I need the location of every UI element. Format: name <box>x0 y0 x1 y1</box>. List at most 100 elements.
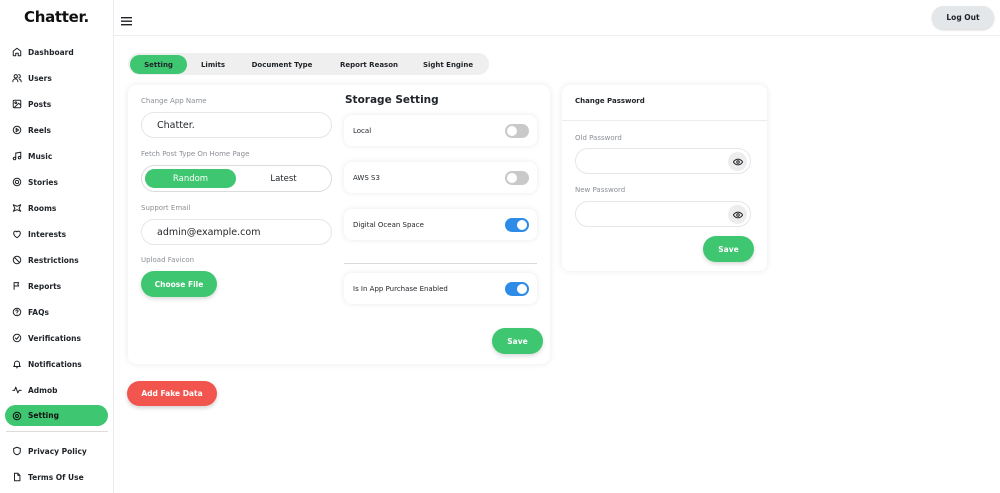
old-password-input[interactable] <box>575 148 751 174</box>
sidebar-item-restrictions[interactable]: Restrictions <box>5 247 108 273</box>
storage-option-aws-s3: AWS S3 <box>344 162 537 193</box>
check-circle-icon <box>12 333 22 343</box>
sidebar-item-interests[interactable]: Interests <box>5 221 108 247</box>
tab-setting[interactable]: Setting <box>130 55 187 74</box>
save-password-button[interactable]: Save <box>703 236 754 262</box>
sidebar-item-privacy-policy[interactable]: Privacy Policy <box>5 438 108 464</box>
tab-limits[interactable]: Limits <box>190 55 236 74</box>
toggle-knob <box>517 220 527 230</box>
sidebar-item-label: Rooms <box>28 203 57 213</box>
bell-icon <box>12 359 22 369</box>
app-name-input[interactable]: Chatter. <box>141 112 332 138</box>
sidebar-item-label: Setting <box>28 411 59 420</box>
sidebar-item-reels[interactable]: Reels <box>5 117 108 143</box>
sidebar-item-music[interactable]: Music <box>5 143 108 169</box>
flag-icon <box>12 281 22 291</box>
menu-toggle-icon[interactable] <box>121 12 133 26</box>
sidebar-item-label: Admob <box>28 385 58 395</box>
sidebar-item-rooms[interactable]: Rooms <box>5 195 108 221</box>
sidebar-item-users[interactable]: Users <box>5 65 108 91</box>
storage-option-label: Local <box>353 126 372 135</box>
new-password-label: New Password <box>575 186 626 194</box>
sidebar-item-label: Terms Of Use <box>28 472 84 482</box>
shield-icon <box>12 446 22 456</box>
add-fake-data-button[interactable]: Add Fake Data <box>127 381 217 406</box>
home-icon <box>12 47 22 57</box>
stories-icon <box>12 177 22 187</box>
file-icon <box>12 472 22 482</box>
sidebar-item-label: Privacy Policy <box>28 446 87 456</box>
sidebar-item-stories[interactable]: Stories <box>5 169 108 195</box>
app-logo: Chatter. <box>24 8 89 26</box>
tab-document-type[interactable]: Document Type <box>240 55 324 74</box>
in-app-purchase-toggle[interactable] <box>505 282 529 296</box>
support-email-label: Support Email <box>141 204 191 212</box>
ban-icon <box>12 255 22 265</box>
in-app-purchase-row: Is In App Purchase Enabled <box>344 273 537 304</box>
sidebar-item-label: Restrictions <box>28 255 79 265</box>
sidebar-item-label: Reels <box>28 125 51 135</box>
sidebar-item-notifications[interactable]: Notifications <box>5 351 108 377</box>
save-settings-button[interactable]: Save <box>492 328 543 354</box>
sidebar-item-setting[interactable]: Setting <box>5 405 108 426</box>
aws-s3-toggle[interactable] <box>505 171 529 185</box>
tab-report-reason[interactable]: Report Reason <box>328 55 410 74</box>
in-app-purchase-label: Is In App Purchase Enabled <box>353 284 448 293</box>
sidebar-item-label: Dashboard <box>28 47 74 57</box>
toggle-knob <box>507 173 517 183</box>
local-toggle[interactable] <box>505 124 529 138</box>
settings-tabs: Setting Limits Document Type Report Reas… <box>128 53 489 75</box>
sidebar-item-verifications[interactable]: Verifications <box>5 325 108 351</box>
toggle-knob <box>517 284 527 294</box>
digital-ocean-toggle[interactable] <box>505 218 529 232</box>
image-icon <box>12 99 22 109</box>
sidebar-nav: Dashboard Users Posts Reels Music Storie… <box>0 39 114 490</box>
sidebar-item-label: Notifications <box>28 359 82 369</box>
sidebar-item-label: Posts <box>28 99 52 109</box>
show-new-password-icon[interactable] <box>728 205 747 224</box>
show-old-password-icon[interactable] <box>728 152 747 171</box>
storage-divider <box>344 263 537 264</box>
sidebar: Chatter. Dashboard Users Posts Reels Mus… <box>0 0 114 493</box>
settings-icon <box>12 411 22 421</box>
rooms-icon <box>12 203 22 213</box>
sidebar-item-label: Music <box>28 151 53 161</box>
music-icon <box>12 151 22 161</box>
app-name-label: Change App Name <box>141 97 207 105</box>
sidebar-item-posts[interactable]: Posts <box>5 91 108 117</box>
sidebar-item-label: Interests <box>28 229 67 239</box>
sidebar-item-faqs[interactable]: FAQs <box>5 299 108 325</box>
support-email-input[interactable]: admin@example.com <box>141 219 332 245</box>
sidebar-item-terms-of-use[interactable]: Terms Of Use <box>5 464 108 490</box>
fetch-type-label: Fetch Post Type On Home Page <box>141 150 250 158</box>
storage-option-label: Digital Ocean Space <box>353 220 424 229</box>
upload-favicon-label: Upload Favicon <box>141 256 195 264</box>
heart-icon <box>12 229 22 239</box>
sidebar-item-label: Verifications <box>28 333 81 343</box>
fetch-option-random[interactable]: Random <box>145 169 236 188</box>
play-circle-icon <box>12 125 22 135</box>
new-password-input[interactable] <box>575 201 751 227</box>
toggle-knob <box>507 126 517 136</box>
logout-button[interactable]: Log Out <box>932 6 994 29</box>
fetch-type-selector: Random Latest <box>141 165 332 192</box>
activity-icon <box>12 385 22 395</box>
password-card-divider <box>562 120 767 121</box>
sidebar-item-reports[interactable]: Reports <box>5 273 108 299</box>
storage-setting-title: Storage Setting <box>345 94 439 106</box>
tab-sight-engine[interactable]: Sight Engine <box>414 55 482 74</box>
sidebar-item-label: FAQs <box>28 307 49 317</box>
sidebar-item-label: Users <box>28 73 52 83</box>
sidebar-item-dashboard[interactable]: Dashboard <box>5 39 108 65</box>
storage-option-label: AWS S3 <box>353 173 380 182</box>
fetch-option-latest[interactable]: Latest <box>238 169 329 188</box>
storage-option-digital-ocean: Digital Ocean Space <box>344 209 537 240</box>
sidebar-item-label: Reports <box>28 281 62 291</box>
sidebar-divider <box>6 431 108 432</box>
sidebar-item-admob[interactable]: Admob <box>5 377 108 403</box>
old-password-label: Old Password <box>575 134 622 142</box>
users-icon <box>12 73 22 83</box>
help-circle-icon <box>12 307 22 317</box>
choose-file-button[interactable]: Choose File <box>141 271 217 297</box>
change-password-title: Change Password <box>575 97 645 105</box>
